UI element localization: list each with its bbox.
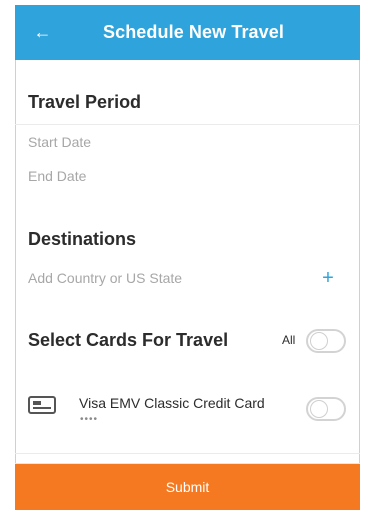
arrow-left-icon: ←: [33, 22, 52, 42]
add-destination-button[interactable]: +: [316, 266, 340, 290]
back-button[interactable]: ←: [15, 5, 70, 60]
all-label: All: [282, 333, 296, 347]
select-all-toggle[interactable]: [306, 329, 346, 353]
destinations-title: Destinations: [28, 229, 137, 249]
toggle-knob: [310, 332, 328, 350]
toggle-knob: [310, 400, 328, 418]
plus-icon: +: [322, 266, 334, 289]
credit-card-icon: [28, 396, 56, 414]
submit-button[interactable]: Submit: [15, 463, 360, 510]
card-masked-number: ••••: [80, 414, 99, 425]
divider: [15, 453, 360, 454]
start-date-field[interactable]: Start Date: [28, 134, 91, 150]
card-name: Visa EMV Classic Credit Card: [79, 395, 265, 411]
destination-input[interactable]: Add Country or US State: [28, 270, 182, 286]
page-title: Schedule New Travel: [103, 22, 284, 42]
screen-frame: [15, 5, 360, 510]
divider: [15, 124, 360, 125]
select-cards-title: Select Cards For Travel: [28, 330, 229, 350]
end-date-field[interactable]: End Date: [28, 168, 86, 184]
card-toggle[interactable]: [306, 397, 346, 421]
app-header: ← Schedule New Travel: [15, 5, 360, 60]
travel-period-title: Travel Period: [28, 92, 142, 112]
